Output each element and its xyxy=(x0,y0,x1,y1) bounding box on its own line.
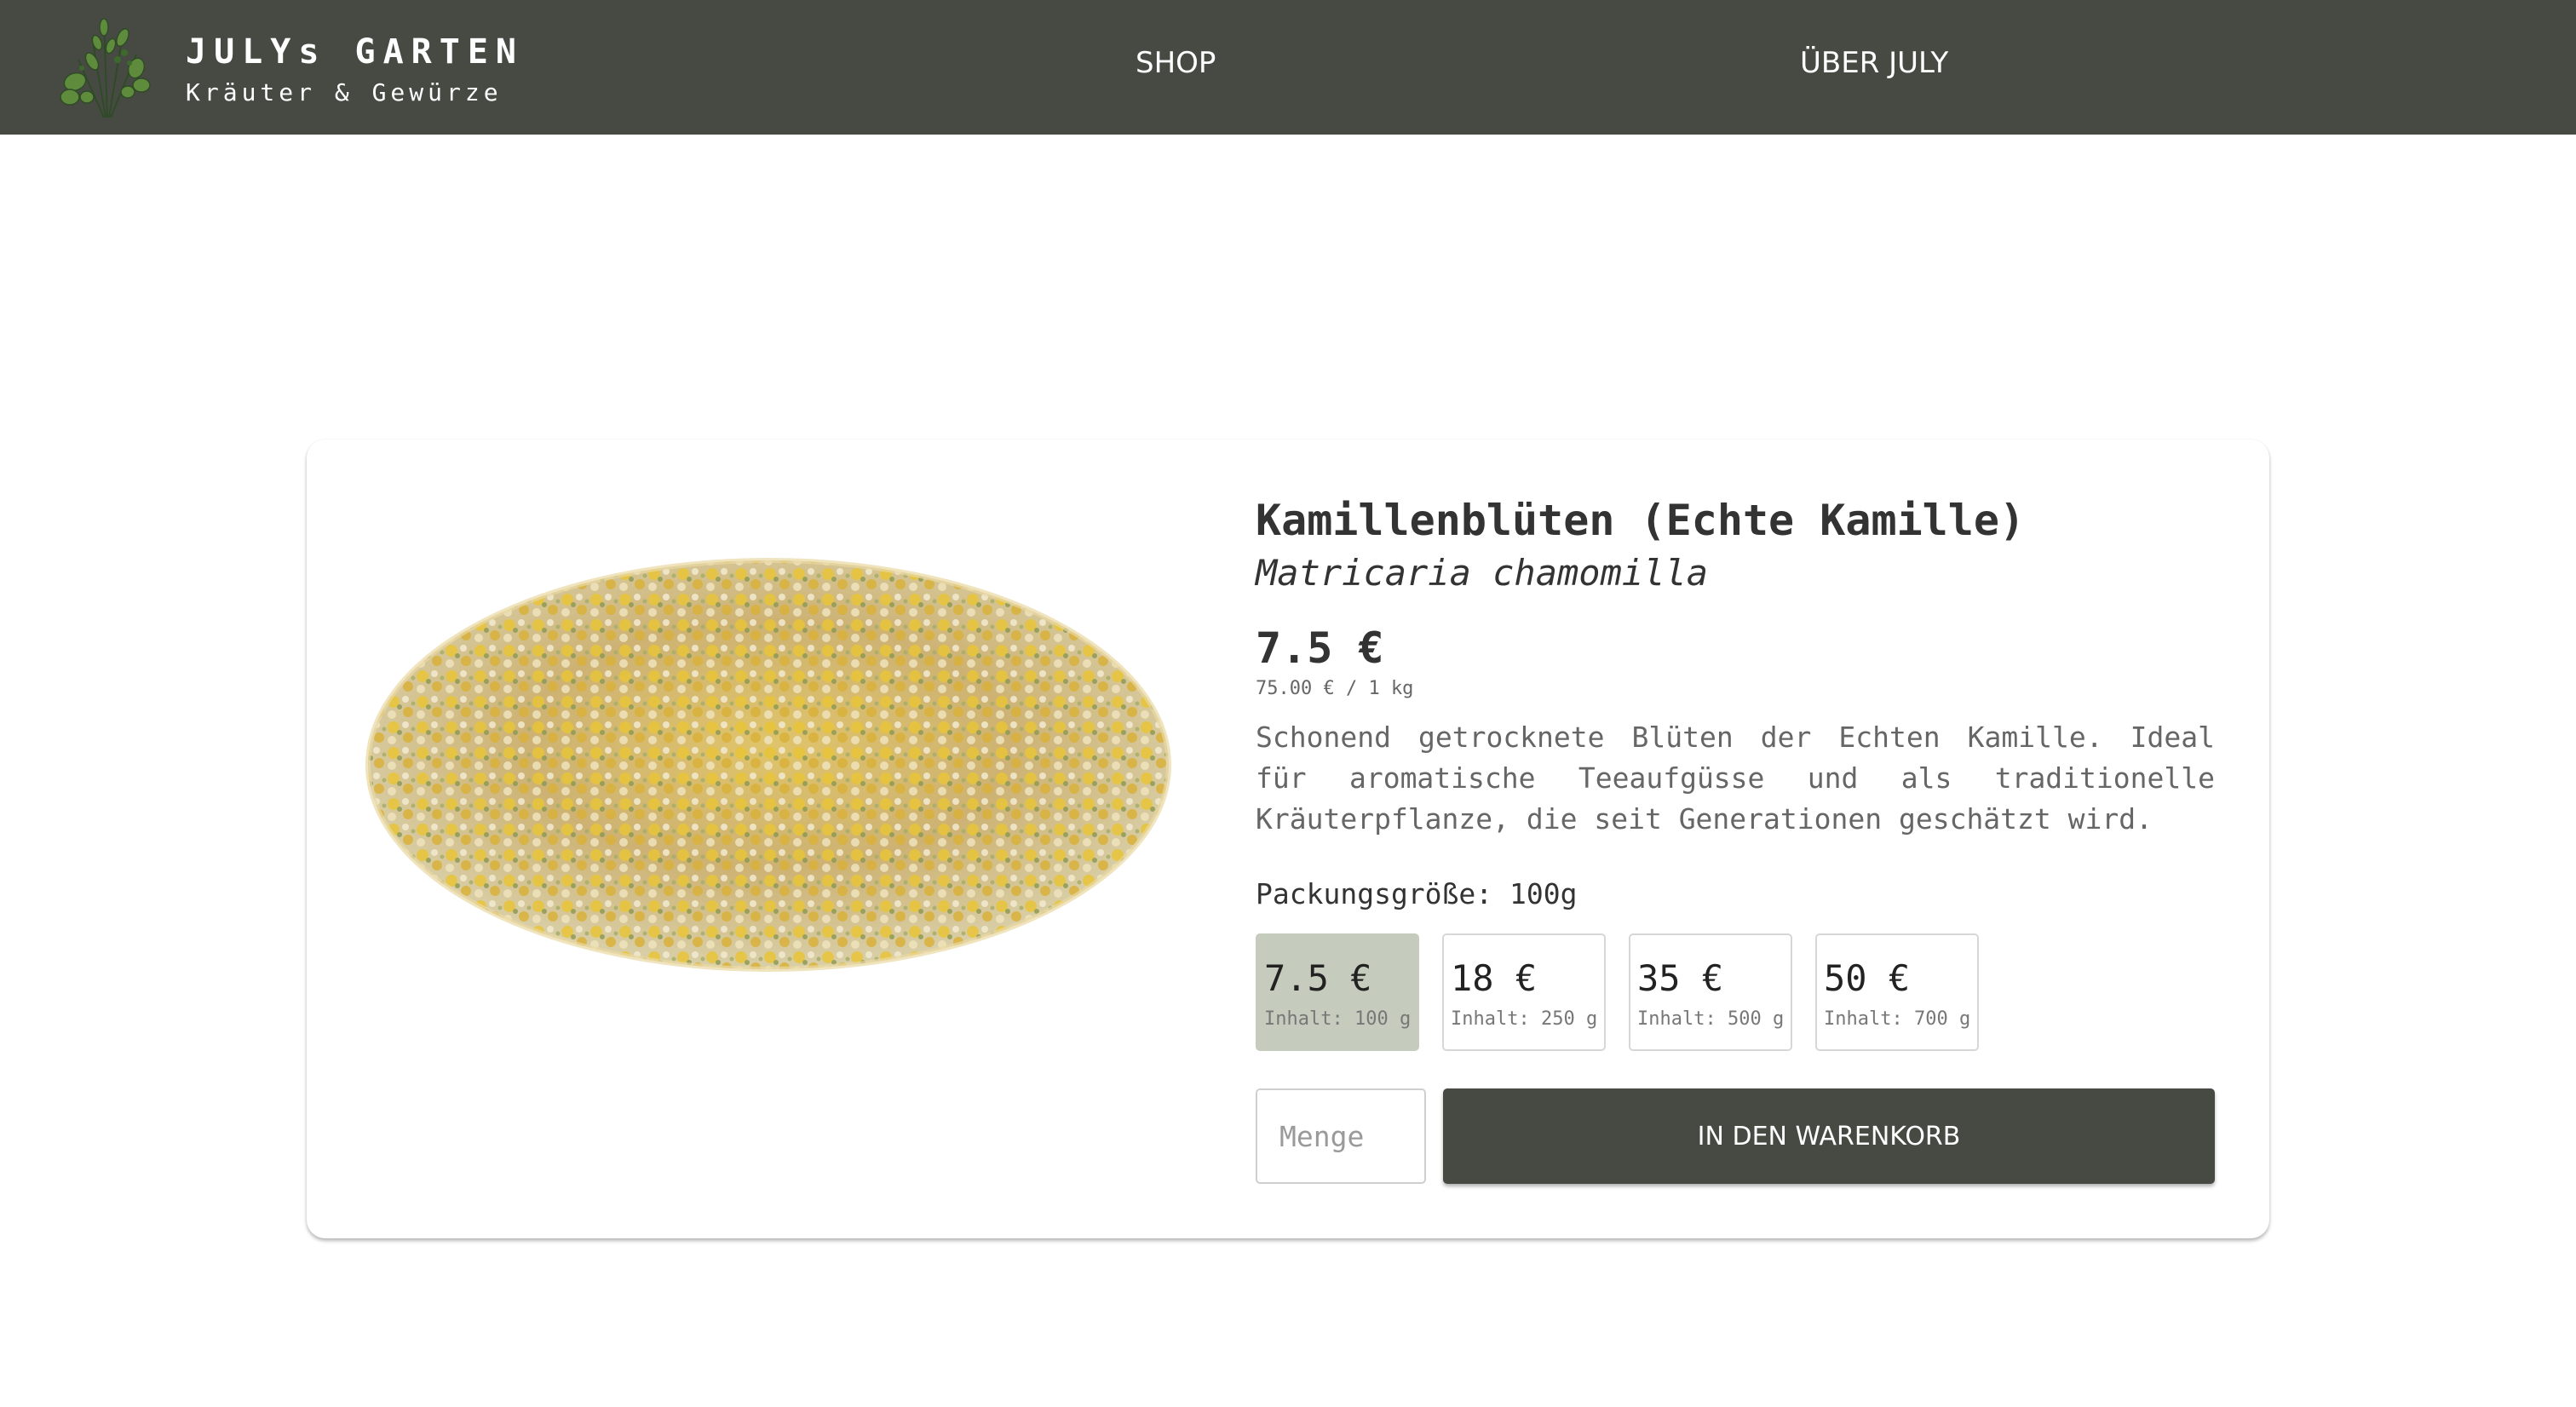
add-to-cart-button[interactable]: IN DEN WARENKORB xyxy=(1443,1088,2215,1184)
variant-option-700g[interactable]: 50 € Inhalt: 700 g xyxy=(1815,933,1979,1051)
variant-price: 7.5 € xyxy=(1264,957,1372,999)
product-info: Kamillenblüten (Echte Kamille) Matricari… xyxy=(1256,439,2218,1238)
variant-price: 50 € xyxy=(1824,957,1911,999)
variant-content: Inhalt: 250 g xyxy=(1451,1008,1598,1030)
product-latin-name: Matricaria chamomilla xyxy=(1256,552,1709,594)
pack-size-label: Packungsgröße: 100g xyxy=(1256,877,1578,910)
nav-shop-link[interactable]: SHOP xyxy=(1136,46,1216,80)
variant-option-100g[interactable]: 7.5 € Inhalt: 100 g xyxy=(1256,933,1419,1051)
variant-content: Inhalt: 700 g xyxy=(1824,1008,1971,1030)
site-header: JULYs GARTEN Kräuter & Gewürze SHOP ÜBER… xyxy=(0,0,2576,135)
quantity-input[interactable] xyxy=(1256,1088,1426,1184)
brand-subtitle: Kräuter & Gewürze xyxy=(186,78,503,106)
variant-option-500g[interactable]: 35 € Inhalt: 500 g xyxy=(1629,933,1792,1051)
variant-price: 18 € xyxy=(1451,957,1538,999)
variant-option-250g[interactable]: 18 € Inhalt: 250 g xyxy=(1442,933,1606,1051)
product-title: Kamillenblüten (Echte Kamille) xyxy=(1256,496,2026,545)
product-image xyxy=(365,558,1171,972)
product-card: Kamillenblüten (Echte Kamille) Matricari… xyxy=(307,439,2269,1238)
nav-about-july-link[interactable]: ÜBER JULY xyxy=(1800,46,1948,80)
product-description: Schonend getrocknete Blüten der Echten K… xyxy=(1256,721,2215,836)
brand[interactable]: JULYs GARTEN Kräuter & Gewürze xyxy=(53,12,564,123)
variant-selector: 7.5 € Inhalt: 100 g 18 € Inhalt: 250 g 3… xyxy=(1256,933,2218,1054)
variant-content: Inhalt: 500 g xyxy=(1637,1008,1785,1030)
brand-title: JULYs GARTEN xyxy=(186,32,524,72)
unit-price: 75.00 € / 1 kg xyxy=(1256,678,1414,699)
variant-price: 35 € xyxy=(1637,957,1724,999)
product-price: 7.5 € xyxy=(1256,623,1384,673)
herb-logo-icon xyxy=(60,18,151,118)
variant-content: Inhalt: 100 g xyxy=(1264,1008,1412,1030)
